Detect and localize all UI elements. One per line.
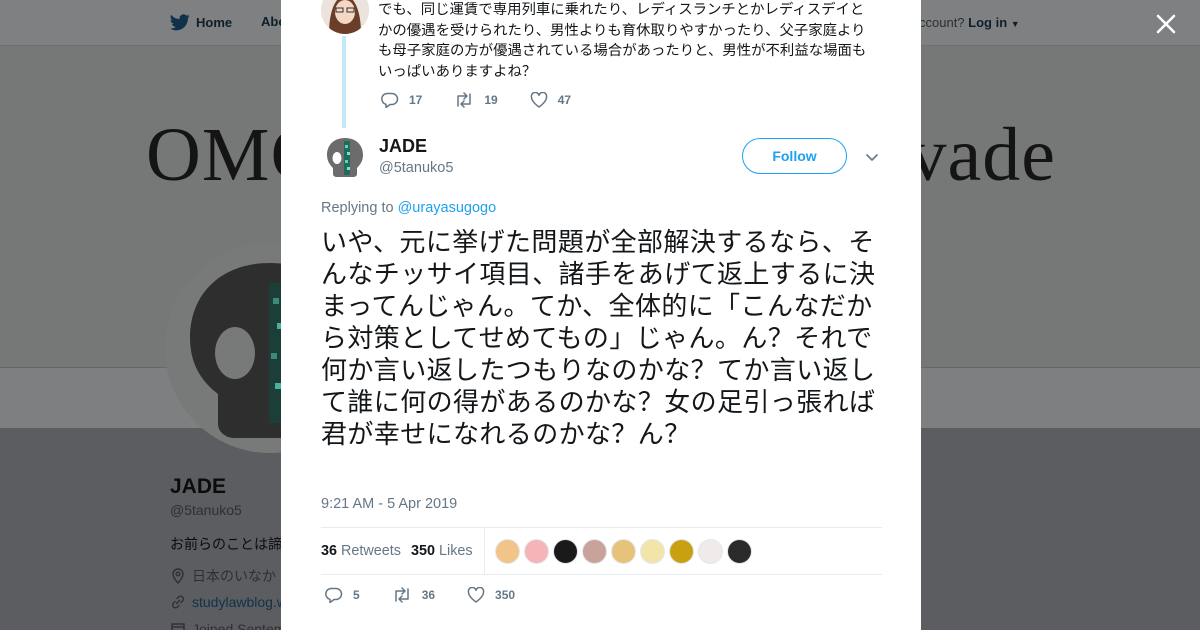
replying-to-link[interactable]: @urayasugogo <box>398 200 497 216</box>
profile-joined: Joined Septem <box>170 621 285 630</box>
tweet-stats-row: 36 Retweets 350 Likes <box>321 527 882 575</box>
close-icon <box>1156 14 1176 34</box>
account-login-prompt: ccount? Log in ▼ <box>919 15 1020 30</box>
twitter-bird-icon <box>170 14 190 31</box>
retweets-stat-label: Retweets <box>341 543 402 559</box>
login-link[interactable]: Log in <box>968 15 1007 30</box>
calendar-icon <box>171 623 185 630</box>
tweet-body-text: いや、元に挙げた問題が全部解決するなら、そんなチッサイ項目、諸手をあげて返上する… <box>321 228 876 450</box>
reply-icon <box>381 92 399 108</box>
reply-icon <box>325 587 343 603</box>
tweet-author-name[interactable]: JADE <box>379 136 427 157</box>
profile-website-text: studylawblog.w <box>192 594 287 610</box>
parent-retweet-button[interactable]: 19 <box>454 92 498 108</box>
retweets-stat-count: 36 <box>321 543 338 559</box>
liker-avatar[interactable] <box>523 538 549 564</box>
liker-avatars <box>494 538 756 564</box>
liker-avatar[interactable] <box>726 538 752 564</box>
tweet-author-avatar[interactable] <box>321 134 369 182</box>
parent-like-count: 47 <box>557 93 572 107</box>
likes-stat[interactable]: 350 Likes <box>411 543 473 559</box>
chevron-down-icon <box>866 154 878 161</box>
liker-avatar[interactable] <box>610 538 636 564</box>
like-button[interactable]: 350 <box>467 587 515 603</box>
chevron-down-icon: ▼ <box>1010 19 1020 29</box>
replying-to-line: Replying to @urayasugogo <box>321 200 496 216</box>
liker-avatar[interactable] <box>552 538 578 564</box>
liker-avatar[interactable] <box>581 538 607 564</box>
retweet-icon <box>394 587 409 603</box>
woman-avatar-image <box>321 0 369 34</box>
tweet-more-menu[interactable] <box>865 150 879 164</box>
parent-tweet-avatar[interactable] <box>321 0 369 34</box>
liker-avatar[interactable] <box>639 538 665 564</box>
link-icon <box>171 595 185 609</box>
reply-button[interactable]: 5 <box>325 587 360 603</box>
liker-avatar[interactable] <box>668 538 694 564</box>
thread-connector-line <box>342 36 346 128</box>
retweet-count: 36 <box>421 588 436 602</box>
parent-retweet-count: 19 <box>484 93 498 107</box>
nav-home-link[interactable]: Home <box>170 14 232 31</box>
account-prompt-text: ccount? <box>919 15 965 30</box>
reply-count: 5 <box>353 588 360 602</box>
liker-avatar[interactable] <box>494 538 520 564</box>
parent-reply-button[interactable]: 17 <box>381 92 422 108</box>
retweet-icon <box>457 92 472 108</box>
likes-stat-count: 350 <box>411 543 436 559</box>
profile-name: JADE <box>170 475 227 498</box>
follow-button[interactable]: Follow <box>742 138 847 174</box>
likes-stat-label: Likes <box>439 543 473 559</box>
tweet-actions: 5 36 350 <box>325 587 547 603</box>
retweet-button[interactable]: 36 <box>392 587 435 603</box>
retweets-stat[interactable]: 36 Retweets <box>321 543 401 559</box>
close-button[interactable] <box>1155 13 1177 35</box>
like-count: 350 <box>495 588 516 602</box>
parent-tweet-text: でも、同じ運賃で専用列車に乗れたり、レディスランチとかレディスデイとかの優遇を受… <box>378 2 867 80</box>
parent-like-button[interactable]: 47 <box>530 92 571 108</box>
profile-joined-text: Joined Septem <box>192 621 286 630</box>
profile-location-text: 日本のいなか <box>192 568 276 584</box>
heart-icon <box>467 587 485 603</box>
heart-icon <box>530 92 548 108</box>
skull-avatar-image <box>321 134 369 182</box>
banner-text-right: vade <box>908 113 1056 197</box>
profile-bio: お前らのことは諦 <box>170 536 282 552</box>
nav-home-label: Home <box>196 15 233 30</box>
tweet-author-handle[interactable]: @5tanuko5 <box>379 160 453 176</box>
profile-handle: @5tanuko5 <box>170 502 242 518</box>
tweet-permalink-modal: でも、同じ運賃で専用列車に乗れたり、レディスランチとかレディスデイとかの優遇を受… <box>281 0 921 630</box>
stats-divider <box>483 528 485 574</box>
parent-reply-count: 17 <box>409 93 423 107</box>
location-icon <box>172 568 184 584</box>
tweet-timestamp[interactable]: 9:21 AM - 5 Apr 2019 <box>321 496 457 512</box>
parent-tweet-actions: 17 19 47 <box>381 92 603 108</box>
replying-to-label: Replying to <box>321 200 394 216</box>
profile-website[interactable]: studylawblog.w <box>170 594 287 610</box>
liker-avatar[interactable] <box>697 538 723 564</box>
profile-location: 日本のいなか <box>170 566 276 586</box>
